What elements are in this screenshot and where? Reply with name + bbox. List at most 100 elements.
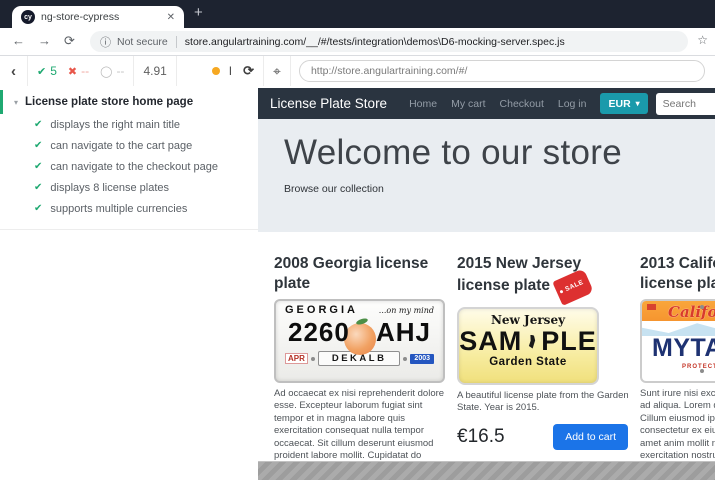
product-grid: 2008 Georgia license plate GEORGIA ...on… <box>274 254 715 462</box>
app-under-test: License Plate Store Home My cart Checkou… <box>258 86 715 480</box>
browser-toolbar: ← → ⟳ ⓘ Not secure store.angulartraining… <box>0 28 715 56</box>
security-label: Not secure <box>117 36 168 48</box>
hero-title: Welcome to our store <box>284 133 689 173</box>
duration-stat: 4.91 <box>134 56 176 86</box>
plate-slogan-text: ...on my mind <box>379 306 434 315</box>
autoscroll-dot-icon <box>212 67 220 75</box>
check-icon: ✔ <box>37 65 46 78</box>
nav-link-checkout[interactable]: Checkout <box>500 98 544 110</box>
currency-dropdown[interactable]: EUR ▾ <box>600 93 647 114</box>
new-jersey-plate-image: New Jersey SAM PLE Garden State <box>457 307 599 385</box>
url-text: store.angulartraining.com/__/#/tests/int… <box>185 36 565 48</box>
product-title: 2013 California Tahoe license plate <box>640 254 715 293</box>
pending-stat: ◯ -- <box>100 64 124 78</box>
product-title: 2008 Georgia license plate <box>274 254 445 293</box>
screw-icon <box>700 369 704 373</box>
aut-url-input[interactable] <box>299 60 705 82</box>
plate-state-text: GEORGIA <box>285 304 358 316</box>
browser-window: cy ng-store-cypress ✕ + ← → ⟳ ⓘ Not secu… <box>0 0 715 480</box>
plate-number-right: PLE <box>541 326 597 357</box>
back-icon[interactable]: ← <box>12 33 25 48</box>
test-label: can navigate to the cart page <box>50 140 192 152</box>
product-description: A beautiful license plate from the Garde… <box>457 390 628 415</box>
check-icon: ✔ <box>34 119 42 130</box>
suite-header[interactable]: ▾ License plate store home page <box>0 90 258 114</box>
browser-tab[interactable]: cy ng-store-cypress ✕ <box>12 6 184 28</box>
georgia-plate-image: GEORGIA ...on my mind 2260 AHJ APR DEKAL… <box>274 299 445 383</box>
failed-stat: ✖ -- <box>68 64 89 78</box>
pending-count: -- <box>116 64 124 78</box>
pending-icon: ◯ <box>100 65 112 78</box>
add-to-cart-button[interactable]: Add to cart <box>553 424 628 450</box>
plate-slogan-text: Garden State <box>459 356 597 368</box>
passed-stat: ✔ 5 <box>37 64 57 78</box>
search-input[interactable] <box>656 93 715 115</box>
check-icon: ✔ <box>34 161 42 172</box>
sale-badge-icon: SALE <box>552 268 594 305</box>
test-row[interactable]: ✔ displays the right main title <box>0 114 258 135</box>
reload-icon[interactable]: ⟳ <box>64 33 75 49</box>
product-description: Sunt irure nisi excepteur do ad aliqua. … <box>640 388 715 462</box>
product-card-california: 2013 California Tahoe license plate Cali… <box>640 254 715 462</box>
currency-label: EUR <box>608 98 630 110</box>
viewport-edge-stripes <box>258 461 715 480</box>
caret-down-icon: ▾ <box>636 99 640 108</box>
plate-number-left: SAM <box>459 326 522 357</box>
test-label: can navigate to the checkout page <box>50 161 218 173</box>
product-title: 2015 New Jersey license plateSALE <box>457 254 628 299</box>
brand-link[interactable]: License Plate Store <box>270 96 387 111</box>
plate-number-left: 2260 <box>288 317 350 348</box>
tab-close-icon[interactable]: ✕ <box>167 12 175 23</box>
plate-year-sticker: 2003 <box>410 354 434 364</box>
test-row[interactable]: ✔ supports multiple currencies <box>0 198 258 219</box>
california-plate-image: California MYTAHOE PROTECT LAKE TAHOE <box>640 299 715 383</box>
nav-link-home[interactable]: Home <box>409 98 437 110</box>
selector-playground-icon[interactable]: ⌖ <box>263 56 291 86</box>
runner-toolbar: ‹ ✔ 5 ✖ -- ◯ -- 4.91 I ⟳ ⌖ <box>0 56 715 87</box>
hero-jumbotron: Welcome to our store Browse our collecti… <box>258 119 715 232</box>
runner-tools: I ⟳ <box>203 56 263 86</box>
product-card-new-jersey: 2015 New Jersey license plateSALE New Je… <box>457 254 628 462</box>
rerun-tests-icon[interactable]: ⟳ <box>243 63 254 79</box>
product-description: Ad occaecat ex nisi reprehenderit dolore… <box>274 388 445 462</box>
caret-down-icon: ▾ <box>14 98 18 107</box>
collapse-reporter-button[interactable]: ‹ <box>0 56 28 86</box>
plate-month-sticker: APR <box>285 353 308 364</box>
plate-state-text: California <box>668 303 715 321</box>
check-icon: ✔ <box>34 203 42 214</box>
new-jersey-outline-icon <box>527 335 536 349</box>
app-navbar: License Plate Store Home My cart Checkou… <box>258 88 715 119</box>
plate-state-text: New Jersey <box>459 313 597 327</box>
screw-icon <box>700 305 704 309</box>
test-label: displays 8 license plates <box>50 182 169 194</box>
bookmark-star-icon[interactable]: ☆ <box>697 33 708 47</box>
test-label: displays the right main title <box>50 119 180 131</box>
passed-count: 5 <box>50 64 57 78</box>
plate-number: MYTAHOE <box>642 334 715 363</box>
suite-title: License plate store home page <box>25 96 193 108</box>
nav-links: Home My cart Checkout Log in <box>409 98 600 110</box>
test-label: supports multiple currencies <box>50 203 187 215</box>
omnibox-divider <box>176 36 177 48</box>
tab-title: ng-store-cypress <box>41 11 163 23</box>
check-icon: ✔ <box>34 140 42 151</box>
fail-icon: ✖ <box>68 65 77 78</box>
nav-link-log-in[interactable]: Log in <box>558 98 587 110</box>
forward-icon[interactable]: → <box>38 33 51 48</box>
test-stats: ✔ 5 ✖ -- ◯ -- <box>28 56 134 86</box>
screw-icon <box>311 357 315 361</box>
address-bar[interactable]: ⓘ Not secure store.angulartraining.com/_… <box>90 31 688 52</box>
test-row[interactable]: ✔ can navigate to the checkout page <box>0 156 258 177</box>
info-icon[interactable]: ⓘ <box>100 34 111 50</box>
nav-link-my-cart[interactable]: My cart <box>451 98 485 110</box>
test-row[interactable]: ✔ displays 8 license plates <box>0 177 258 198</box>
registration-sticker-icon <box>647 304 656 310</box>
new-tab-button[interactable]: + <box>194 4 203 21</box>
test-reporter-sidebar: ▾ License plate store home page ✔ displa… <box>0 86 258 480</box>
product-price: €16.5 <box>457 426 505 448</box>
test-row[interactable]: ✔ can navigate to the cart page <box>0 135 258 156</box>
product-card-georgia: 2008 Georgia license plate GEORGIA ...on… <box>274 254 445 462</box>
browse-collection-link[interactable]: Browse our collection <box>284 183 689 195</box>
cypress-favicon-icon: cy <box>21 10 35 24</box>
plate-bottom-text: PROTECT LAKE TAHOE <box>642 364 715 370</box>
